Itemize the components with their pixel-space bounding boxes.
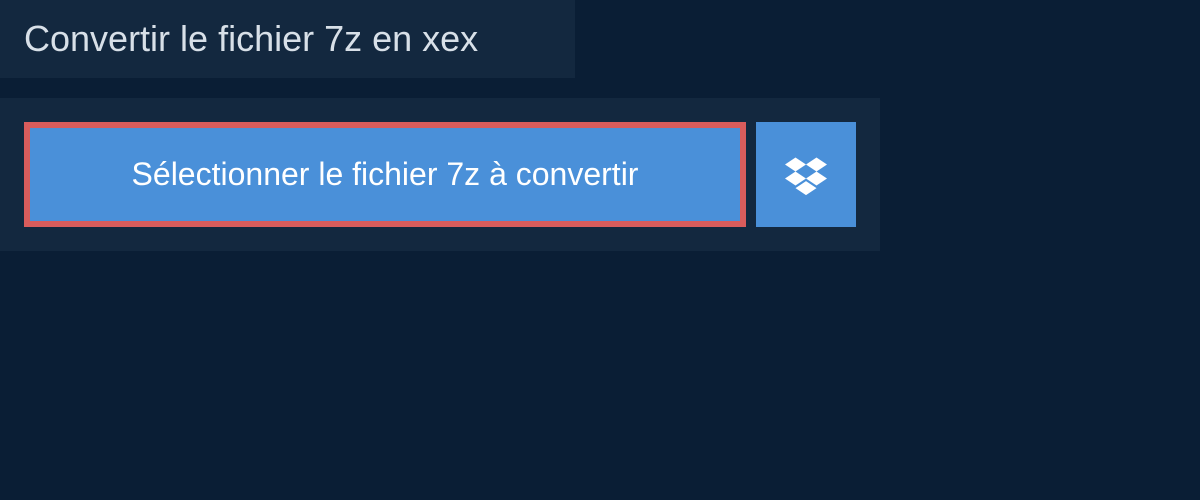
page-title: Convertir le fichier 7z en xex [24,18,551,60]
header-bar: Convertir le fichier 7z en xex [0,0,575,78]
select-file-label: Sélectionner le fichier 7z à convertir [132,156,639,193]
select-file-button[interactable]: Sélectionner le fichier 7z à convertir [24,122,746,227]
dropbox-icon [785,154,827,196]
dropbox-button[interactable] [756,122,856,227]
upload-panel: Sélectionner le fichier 7z à convertir [0,98,880,251]
